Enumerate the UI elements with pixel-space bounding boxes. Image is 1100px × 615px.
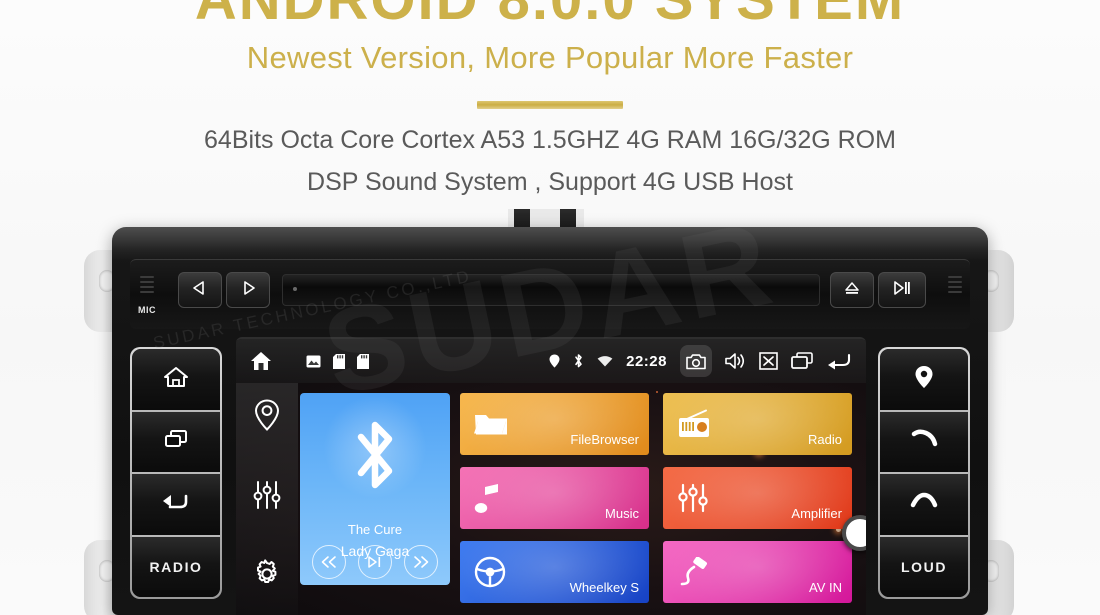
hardkey-radio[interactable]: RADIO bbox=[132, 536, 220, 597]
chassis-gloss bbox=[112, 227, 988, 261]
phone-answer-icon bbox=[909, 428, 939, 455]
prev-track-button[interactable] bbox=[178, 272, 222, 308]
hardkey-loud-label: LOUD bbox=[900, 558, 948, 575]
back-arrow-icon bbox=[162, 491, 190, 518]
tile-label: AV IN bbox=[809, 580, 842, 595]
tiles-area: The Cure Lady Gaga FileBrowser Radio Mus… bbox=[298, 383, 866, 615]
recent-apps-icon[interactable] bbox=[791, 352, 813, 370]
play-pause-button[interactable] bbox=[878, 272, 926, 308]
map-pin-icon bbox=[914, 365, 934, 394]
hardkey-multitask[interactable] bbox=[132, 411, 220, 474]
gold-divider bbox=[477, 101, 623, 109]
bluetooth-icon bbox=[573, 353, 584, 369]
eject-icon bbox=[844, 280, 860, 301]
status-bar-clock: 22:28 bbox=[626, 352, 667, 370]
hardkey-phone-hangup[interactable] bbox=[880, 474, 968, 537]
page-subtitle: Newest Version, More Popular More Faster bbox=[246, 40, 854, 75]
phone-hangup-icon bbox=[909, 491, 939, 518]
home-icon[interactable] bbox=[250, 351, 272, 371]
sliders-icon bbox=[677, 483, 709, 513]
touchscreen[interactable]: 22:28 The Cure Lady Gaga FileBrowser Rad… bbox=[236, 337, 866, 615]
mic-grille-icon bbox=[136, 276, 158, 300]
hardkey-loud[interactable]: LOUD bbox=[880, 536, 968, 597]
speaker-grille-right bbox=[946, 276, 964, 304]
screenshot-camera-icon[interactable] bbox=[680, 345, 712, 377]
radio-icon bbox=[677, 409, 711, 439]
equalizer-icon[interactable] bbox=[252, 480, 282, 515]
tile-amplifier[interactable]: Amplifier bbox=[663, 467, 852, 529]
tile-label: Music bbox=[605, 506, 639, 521]
bluetooth-music-widget[interactable]: The Cure Lady Gaga bbox=[300, 393, 450, 585]
status-bar-left bbox=[250, 351, 369, 371]
wifi-icon bbox=[597, 355, 613, 368]
tile-label: Amplifier bbox=[791, 506, 842, 521]
triangle-right-icon bbox=[240, 280, 256, 301]
tile-music[interactable]: Music bbox=[460, 467, 649, 529]
hardkey-radio-label: RADIO bbox=[149, 558, 203, 575]
fast-forward-icon[interactable] bbox=[404, 545, 438, 579]
eject-button[interactable] bbox=[830, 272, 874, 308]
spec-line-1: 64Bits Octa Core Cortex A53 1.5GHZ 4G RA… bbox=[204, 126, 896, 154]
car-stereo-device: MIC RADIO LOUD 22:28 The Cure Lady Gaga … bbox=[0, 205, 1100, 615]
multitask-icon bbox=[162, 428, 190, 455]
mute-x-icon[interactable] bbox=[759, 352, 778, 370]
steering-wheel-icon bbox=[474, 556, 506, 588]
page-title: ANDROID 8.0.0 SYSTEM bbox=[0, 0, 1100, 33]
device-chassis: MIC RADIO LOUD 22:28 The Cure Lady Gaga … bbox=[112, 227, 988, 615]
bt-track-title: The Cure bbox=[347, 522, 403, 537]
left-dock bbox=[236, 383, 298, 615]
sdcard-icon bbox=[357, 353, 369, 369]
tile-label: FileBrowser bbox=[570, 432, 639, 447]
spec-line-2: DSP Sound System , Support 4G USB Host bbox=[307, 168, 793, 196]
sdcard-icon bbox=[333, 353, 345, 369]
home-icon bbox=[163, 365, 189, 394]
volume-icon[interactable] bbox=[725, 352, 746, 370]
av-plug-icon bbox=[677, 557, 709, 587]
hardkey-back[interactable] bbox=[132, 474, 220, 537]
triangle-left-icon bbox=[192, 280, 208, 301]
tile-wheelkey[interactable]: Wheelkey S bbox=[460, 541, 649, 603]
status-bar-right: 22:28 bbox=[549, 345, 852, 377]
status-bar: 22:28 bbox=[236, 339, 866, 383]
play-pause-icon[interactable] bbox=[358, 545, 392, 579]
hardkey-navigation[interactable] bbox=[880, 349, 968, 412]
app-tiles-grid: FileBrowser Radio Music Amplifier Wheelk… bbox=[460, 393, 858, 615]
home-screen-content: The Cure Lady Gaga FileBrowser Radio Mus… bbox=[236, 383, 866, 615]
map-pin-icon[interactable] bbox=[254, 399, 280, 436]
mic-label: MIC bbox=[138, 305, 156, 315]
gallery-icon bbox=[306, 355, 321, 368]
right-hardkey-column: LOUD bbox=[878, 347, 970, 599]
hardkey-phone-answer[interactable] bbox=[880, 411, 968, 474]
tile-label: Radio bbox=[808, 432, 842, 447]
back-arrow-icon[interactable] bbox=[826, 352, 852, 370]
rewind-icon[interactable] bbox=[312, 545, 346, 579]
play-pause-icon bbox=[893, 280, 911, 301]
bt-transport-controls bbox=[300, 545, 450, 579]
tile-radio[interactable]: Radio bbox=[663, 393, 852, 455]
page-root: ANDROID 8.0.0 SYSTEM Newest Version, Mor… bbox=[0, 0, 1100, 615]
tile-avin[interactable]: AV IN bbox=[663, 541, 852, 603]
next-track-button[interactable] bbox=[226, 272, 270, 308]
tile-filebrowser[interactable]: FileBrowser bbox=[460, 393, 649, 455]
hardkey-home[interactable] bbox=[132, 349, 220, 412]
left-hardkey-column: RADIO bbox=[130, 347, 222, 599]
folder-icon bbox=[474, 410, 508, 438]
music-note-icon bbox=[474, 482, 502, 514]
gps-pin-icon bbox=[549, 354, 560, 368]
bt-halo bbox=[323, 395, 427, 499]
settings-gear-icon[interactable] bbox=[252, 559, 282, 594]
tile-label: Wheelkey S bbox=[569, 580, 639, 595]
